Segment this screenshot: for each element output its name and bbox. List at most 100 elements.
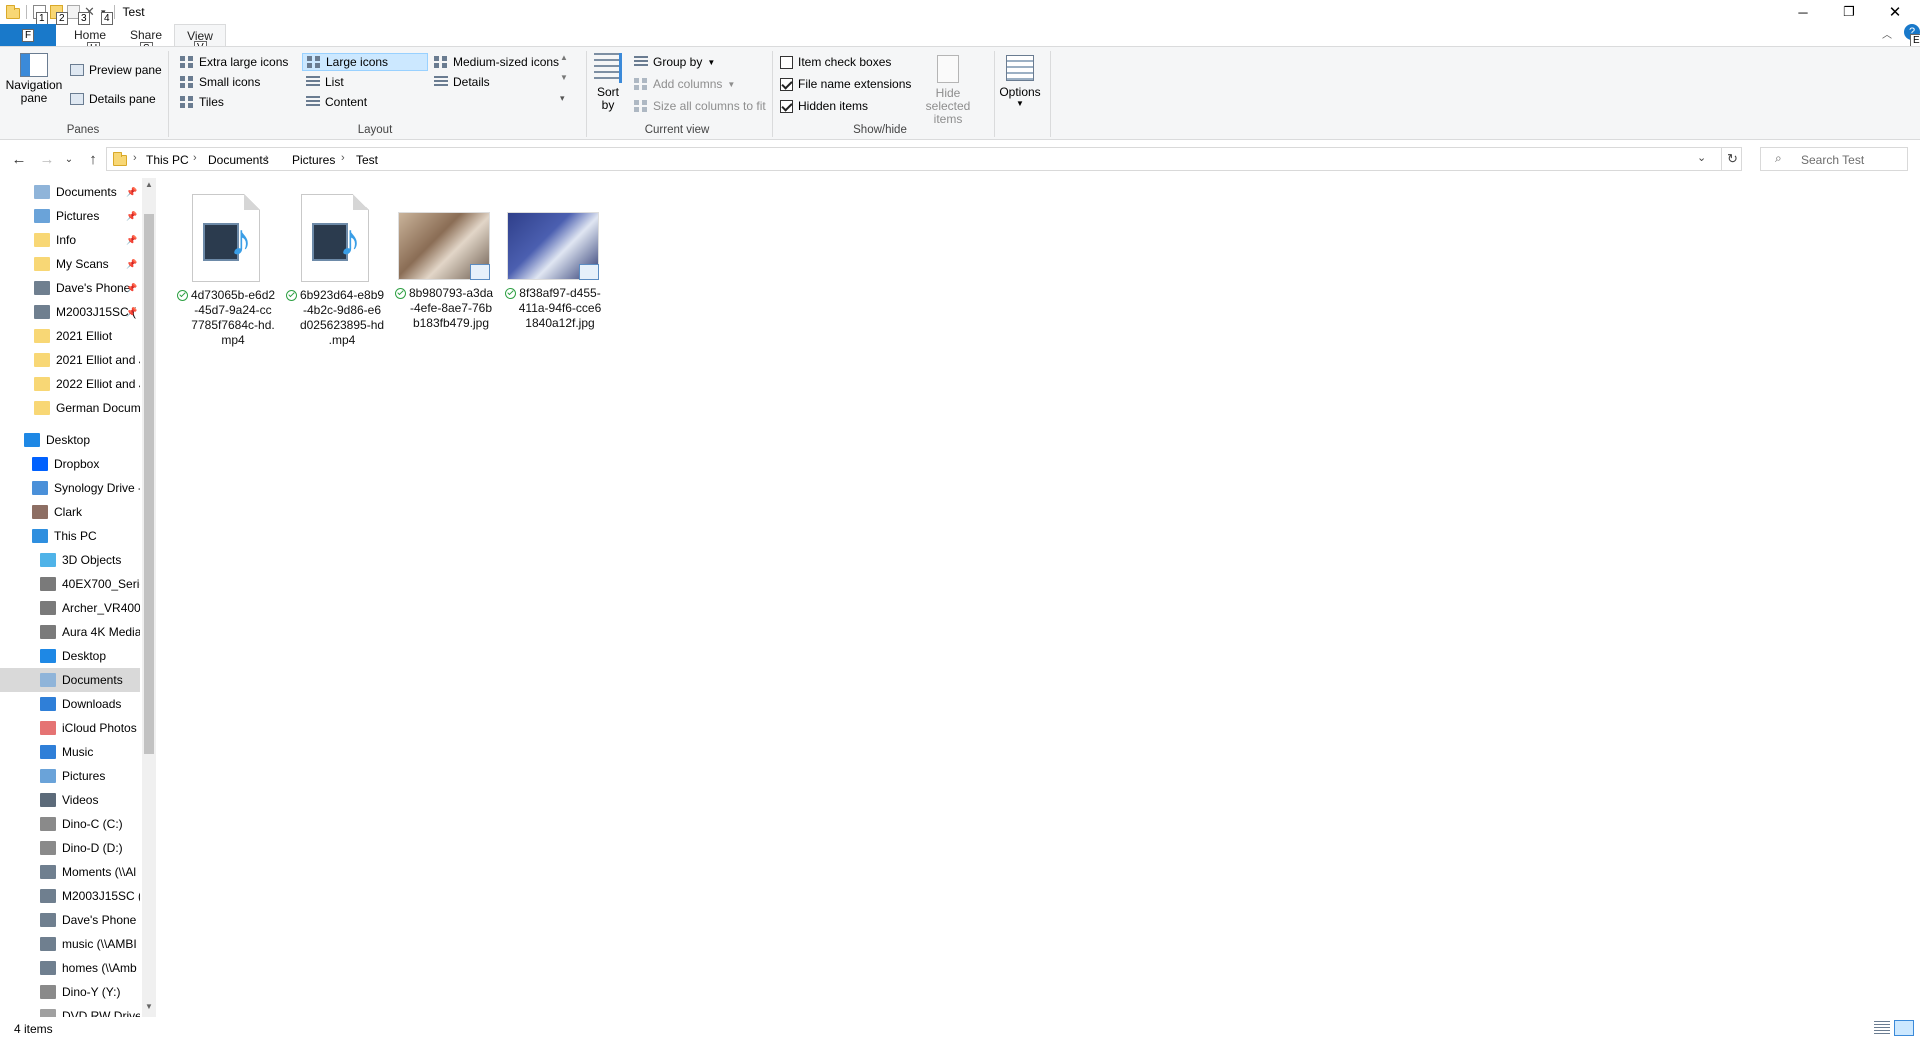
add-columns-button[interactable]: Add columns ▼	[634, 77, 735, 91]
layout-tiles[interactable]: Tiles	[176, 93, 228, 111]
scroll-down-icon[interactable]: ▼	[145, 1002, 153, 1011]
layout-details[interactable]: Details	[430, 73, 494, 91]
sidebar-item[interactable]: Dropbox	[0, 452, 140, 476]
sidebar-item[interactable]: Videos	[0, 788, 140, 812]
layout-small-icons[interactable]: Small icons	[176, 73, 264, 91]
layout-medium-icons[interactable]: Medium-sized icons	[430, 53, 563, 71]
sidebar-item[interactable]: M2003J15SC (\	[0, 884, 140, 908]
sidebar-item-label: 40EX700_Series	[62, 577, 140, 591]
sidebar-item[interactable]: 2021 Elliot and Je	[0, 348, 140, 372]
sidebar-item[interactable]: 2022 Elliot and Je	[0, 372, 140, 396]
recent-locations-button[interactable]: ⌄	[62, 148, 76, 170]
nav-scrollbar-thumb[interactable]	[144, 214, 154, 754]
item-check-boxes-toggle[interactable]: Item check boxes	[780, 55, 891, 69]
sidebar-item[interactable]: 2021 Elliot	[0, 324, 140, 348]
chevron-right-icon[interactable]: ›	[265, 152, 269, 164]
file-item[interactable]: 8b980793-a3da -4efe-8ae7-76b b183fb479.jpg	[392, 194, 496, 331]
chevron-right-icon[interactable]: ›	[341, 152, 345, 164]
sidebar-item[interactable]: Pictures 📌	[0, 204, 140, 228]
sidebar-item[interactable]: Dave's Phone (	[0, 908, 140, 932]
layout-scroll-down-icon[interactable]: ▼	[560, 73, 568, 82]
file-name-extensions-toggle[interactable]: File name extensions	[780, 77, 911, 91]
hidden-items-checkbox[interactable]	[780, 99, 793, 113]
file-item[interactable]: ♪ 6b923d64-e8b9 -4b2c-9d86-e6 d025623895-hd…	[283, 194, 387, 348]
minimize-button[interactable]: ─	[1780, 0, 1826, 24]
address-bar[interactable]: › This PC › Documents › Pictures › Test …	[106, 147, 1742, 171]
item-check-boxes-checkbox[interactable]	[780, 55, 793, 69]
layout-large-icons[interactable]: Large icons	[302, 53, 428, 71]
sidebar-item[interactable]: Music	[0, 740, 140, 764]
sidebar-item[interactable]: Aura 4K Media	[0, 620, 140, 644]
up-button[interactable]: ↑	[82, 148, 104, 170]
breadcrumb-documents[interactable]: Documents	[208, 153, 269, 167]
close-button[interactable]: ✕	[1872, 0, 1918, 24]
sidebar-item[interactable]: Desktop	[0, 428, 140, 452]
large-icons-view-toggle[interactable]	[1894, 1020, 1914, 1036]
sidebar-item[interactable]: Documents 📌	[0, 180, 140, 204]
sidebar-item[interactable]: 40EX700_Series	[0, 572, 140, 596]
file-item[interactable]: ♪ 4d73065b-e6d2 -45d7-9a24-cc 7785f7684c-hd…	[174, 194, 278, 348]
chevron-right-icon[interactable]: ›	[193, 152, 197, 164]
sidebar-item[interactable]: Desktop	[0, 644, 140, 668]
sidebar-item[interactable]: Pictures	[0, 764, 140, 788]
preview-pane-button[interactable]: Preview pane	[70, 63, 162, 77]
sidebar-item[interactable]: Dave's Phone 📌	[0, 276, 140, 300]
sidebar-item[interactable]: 3D Objects	[0, 548, 140, 572]
sidebar-item[interactable]: Dino-Y (Y:)	[0, 980, 140, 1004]
hide-selected-items-button[interactable]: Hide selected items	[912, 55, 984, 126]
sidebar-item[interactable]: Dino-C (C:)	[0, 812, 140, 836]
navigation-pane-button[interactable]: Navigation pane	[6, 53, 62, 105]
sidebar-item[interactable]: Moments (\\Al	[0, 860, 140, 884]
layout-extra-large-icons[interactable]: Extra large icons	[176, 53, 292, 71]
chevron-right-icon[interactable]: ›	[133, 152, 137, 164]
scroll-up-icon[interactable]: ▲	[145, 180, 153, 189]
sidebar-item[interactable]: Info 📌	[0, 228, 140, 252]
sidebar-item[interactable]: DVD RW Drive	[0, 1004, 140, 1017]
tab-file[interactable]: F	[0, 24, 56, 46]
nav-scrollbar[interactable]: ▲ ▼	[142, 178, 156, 1017]
back-button[interactable]: ←	[8, 148, 30, 170]
layout-scroll-up-icon[interactable]: ▲	[560, 53, 568, 62]
sidebar-item[interactable]: This PC	[0, 524, 140, 548]
refresh-button[interactable]: ↻	[1721, 147, 1743, 171]
sidebar-item[interactable]: Clark	[0, 500, 140, 524]
sidebar-item[interactable]: iCloud Photos	[0, 716, 140, 740]
sidebar-item[interactable]: homes (\\Amb	[0, 956, 140, 980]
address-history-dropdown[interactable]: ⌄	[1697, 151, 1706, 164]
restore-button[interactable]: ❐	[1826, 0, 1872, 24]
file-name-extensions-checkbox[interactable]	[780, 77, 793, 91]
forward-button[interactable]: →	[36, 148, 58, 170]
hidden-items-toggle[interactable]: Hidden items	[780, 99, 868, 113]
tab-share[interactable]: Share S	[122, 28, 170, 55]
sidebar-item-label: Documents	[56, 185, 117, 199]
search-input[interactable]: ⌕ Search Test	[1760, 147, 1908, 171]
tab-view[interactable]: View V	[174, 24, 226, 54]
folder-icon	[34, 401, 50, 415]
collapse-ribbon-icon[interactable]: ︿	[1882, 26, 1892, 41]
sidebar-item[interactable]: Downloads	[0, 692, 140, 716]
layout-content[interactable]: Content	[302, 93, 371, 111]
sidebar-item[interactable]: music (\\AMBI	[0, 932, 140, 956]
layout-expand-icon[interactable]: ▾	[560, 93, 565, 104]
sidebar-item[interactable]: Synology Drive -	[0, 476, 140, 500]
details-pane-button[interactable]: Details pane	[70, 92, 156, 106]
file-name-line: 1840a12f.jpg	[525, 316, 595, 330]
breadcrumb-test[interactable]: Test	[356, 153, 378, 167]
layout-item-label: Tiles	[199, 95, 224, 109]
sidebar-item[interactable]: German Docume	[0, 396, 140, 420]
options-button[interactable]: Options ▼	[998, 55, 1042, 108]
tab-home[interactable]: Home H	[66, 28, 114, 55]
sidebar-item[interactable]: My Scans 📌	[0, 252, 140, 276]
layout-list[interactable]: List	[302, 73, 348, 91]
sort-by-button[interactable]: Sort by	[592, 53, 624, 112]
breadcrumb-pictures[interactable]: Pictures	[292, 153, 335, 167]
sidebar-item[interactable]: M2003J15SC (📌	[0, 300, 140, 324]
sidebar-item[interactable]: Archer_VR400	[0, 596, 140, 620]
sidebar-item[interactable]: Documents	[0, 668, 140, 692]
details-view-toggle[interactable]	[1874, 1021, 1890, 1035]
size-all-columns-button[interactable]: Size all columns to fit	[634, 99, 766, 113]
sidebar-item[interactable]: Dino-D (D:)	[0, 836, 140, 860]
breadcrumb-this-pc[interactable]: This PC	[146, 153, 189, 167]
group-by-button[interactable]: Group by ▼	[634, 55, 715, 69]
file-item[interactable]: 8f38af97-d455- 411a-94f6-cce6 1840a12f.jpg	[501, 194, 605, 331]
